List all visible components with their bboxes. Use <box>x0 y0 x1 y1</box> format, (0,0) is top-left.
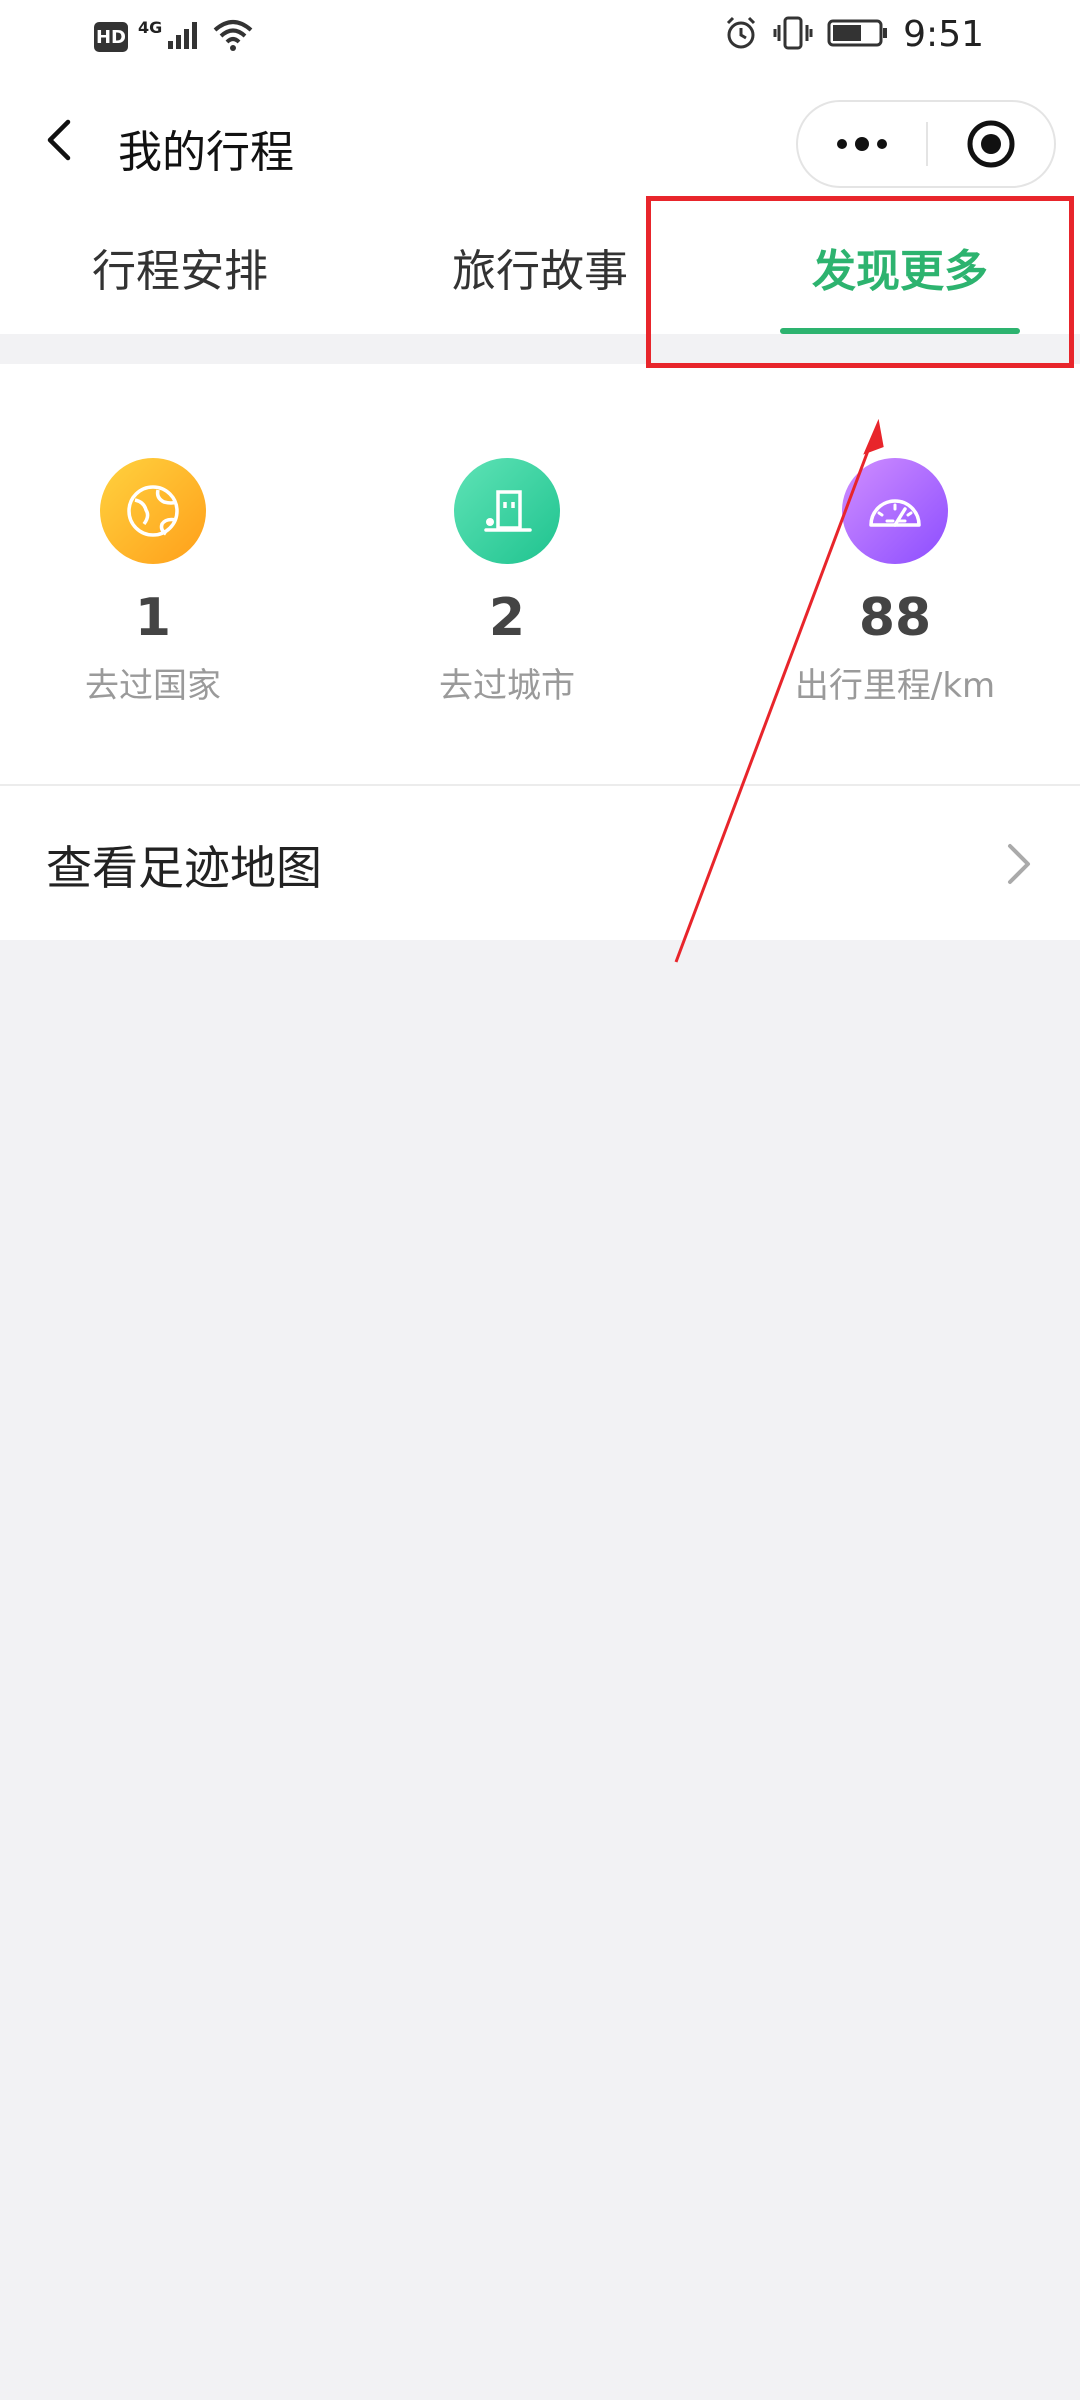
target-close-icon <box>967 120 1015 168</box>
tab-bar: 行程安排 旅行故事 发现更多 <box>0 200 1080 334</box>
stat-mileage: 88 出行里程/km <box>745 364 1045 708</box>
footprint-label: 查看足迹地图 <box>46 841 322 895</box>
status-bar: HD 4G 9:51 <box>0 0 1080 80</box>
tab-itinerary[interactable]: 行程安排 <box>0 200 360 334</box>
section-gap <box>0 334 1080 364</box>
speedometer-icon <box>842 458 948 564</box>
chevron-left-icon <box>47 119 71 161</box>
stat-value: 1 <box>134 588 172 648</box>
stat-label: 出行里程/km <box>794 666 996 706</box>
vibrate-icon <box>773 15 813 55</box>
miniprogram-capsule <box>796 100 1056 188</box>
status-left: HD 4G <box>94 18 254 56</box>
alarm-icon <box>723 15 759 55</box>
nav-header: 我的行程 <box>0 80 1080 200</box>
tab-travel-stories[interactable]: 旅行故事 <box>360 200 720 334</box>
stats-panel: 1 去过国家 2 去过城市 88 出行里程/km <box>0 364 1080 784</box>
more-button[interactable] <box>798 102 926 186</box>
more-dots-icon <box>837 137 887 151</box>
stat-value: 88 <box>858 588 932 648</box>
stat-cities: 2 去过城市 <box>357 364 657 708</box>
network-type: 4G <box>138 17 163 37</box>
signal-icon <box>166 19 202 55</box>
building-icon <box>454 458 560 564</box>
wifi-icon <box>212 18 254 56</box>
globe-icon <box>100 458 206 564</box>
page-title: 我的行程 <box>118 127 294 178</box>
close-miniprogram-button[interactable] <box>928 102 1054 186</box>
chevron-right-icon <box>1008 844 1030 884</box>
stat-countries: 1 去过国家 <box>3 364 303 708</box>
stat-label: 去过城市 <box>439 666 575 706</box>
stat-value: 2 <box>488 588 526 648</box>
back-button[interactable] <box>36 110 86 170</box>
hd-badge: HD <box>94 22 128 52</box>
status-right: 9:51 <box>723 14 984 55</box>
tab-discover-more[interactable]: 发现更多 <box>720 200 1080 334</box>
stat-label: 去过国家 <box>85 666 221 706</box>
clock: 9:51 <box>903 14 984 55</box>
battery-icon <box>827 18 889 52</box>
view-footprint-map-row[interactable]: 查看足迹地图 <box>0 786 1080 940</box>
